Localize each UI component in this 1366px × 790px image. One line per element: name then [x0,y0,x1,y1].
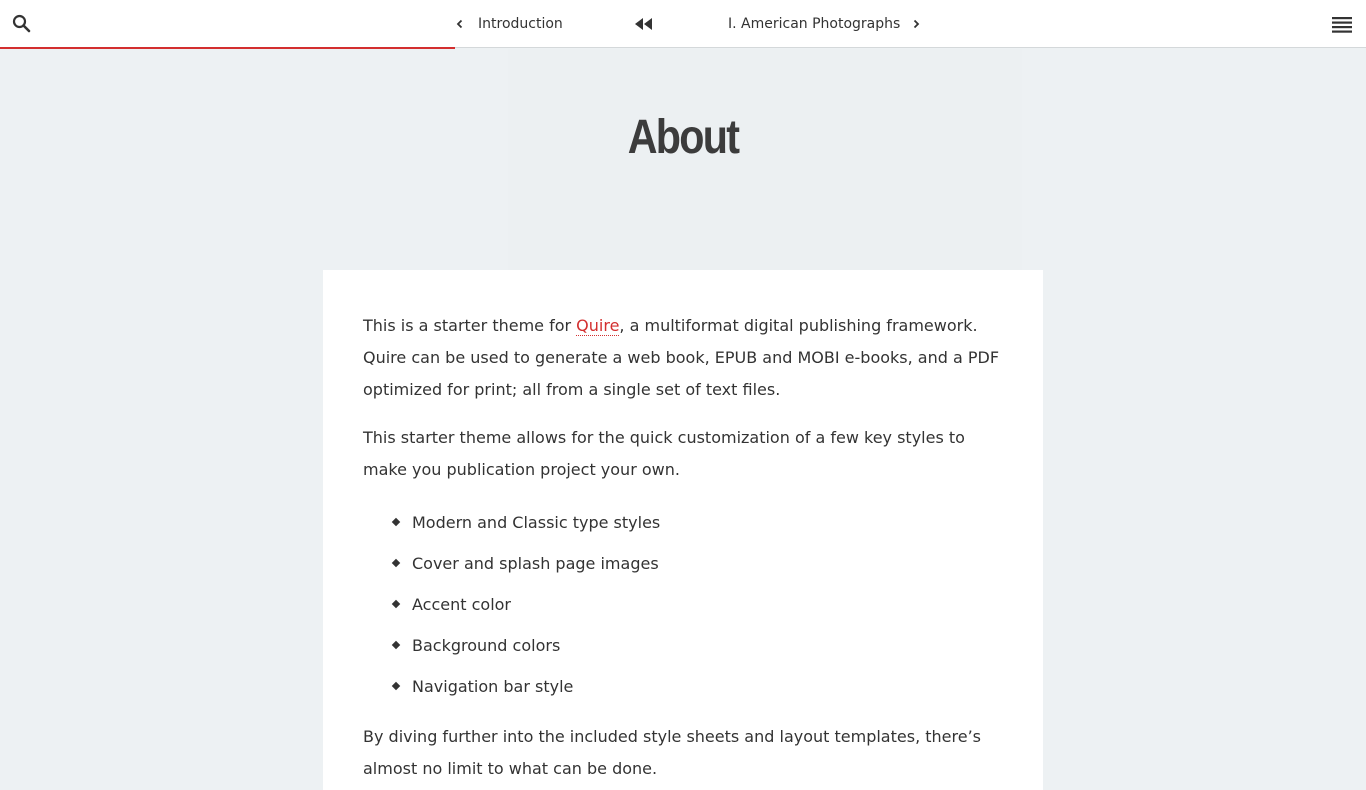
intro-text-before-link: This is a starter theme for [363,316,577,335]
home-button[interactable] [632,14,654,34]
closing-paragraph: By diving further into the included styl… [363,727,981,778]
reading-progress-bar [0,47,455,49]
list-item-label: Accent color [412,595,511,614]
list-item-label: Modern and Classic type styles [412,513,661,532]
style-options-list: Modern and Classic type styles Cover and… [363,502,1003,707]
chevron-left-icon [456,19,463,29]
diamond-bullet-icon [391,599,401,609]
search-icon [12,14,31,33]
list-item: Accent color [363,584,1003,625]
page-title: About [627,111,740,164]
intro-paragraph: This is a starter theme for Quire, a mul… [363,310,1003,406]
contents-menu-button[interactable] [1330,14,1354,34]
list-item-label: Background colors [412,636,561,655]
chevron-right-icon [914,19,920,29]
rewind-icon [635,18,652,30]
previous-page-label: Introduction [478,16,563,32]
diamond-bullet-icon [391,640,401,650]
content-card: This is a starter theme for Quire, a mul… [323,270,1043,790]
previous-page-link[interactable]: Introduction [452,10,563,38]
search-button[interactable] [10,12,34,36]
list-item: Navigation bar style [363,666,1003,707]
list-item: Background colors [363,625,1003,666]
menu-icon [1332,17,1352,33]
list-item-label: Cover and splash page images [412,554,659,573]
diamond-bullet-icon [391,517,401,527]
diamond-bullet-icon [391,681,401,691]
quire-link[interactable]: Quire [576,316,620,336]
list-item: Modern and Classic type styles [363,502,1003,543]
list-item-label: Navigation bar style [412,677,574,696]
navbar: Introduction I. American Photographs [0,0,1366,48]
next-page-label: I. American Photographs [728,16,901,32]
list-item: Cover and splash page images [363,543,1003,584]
customization-paragraph: This starter theme allows for the quick … [363,428,965,479]
diamond-bullet-icon [391,558,401,568]
next-page-link[interactable]: I. American Photographs [728,10,924,38]
